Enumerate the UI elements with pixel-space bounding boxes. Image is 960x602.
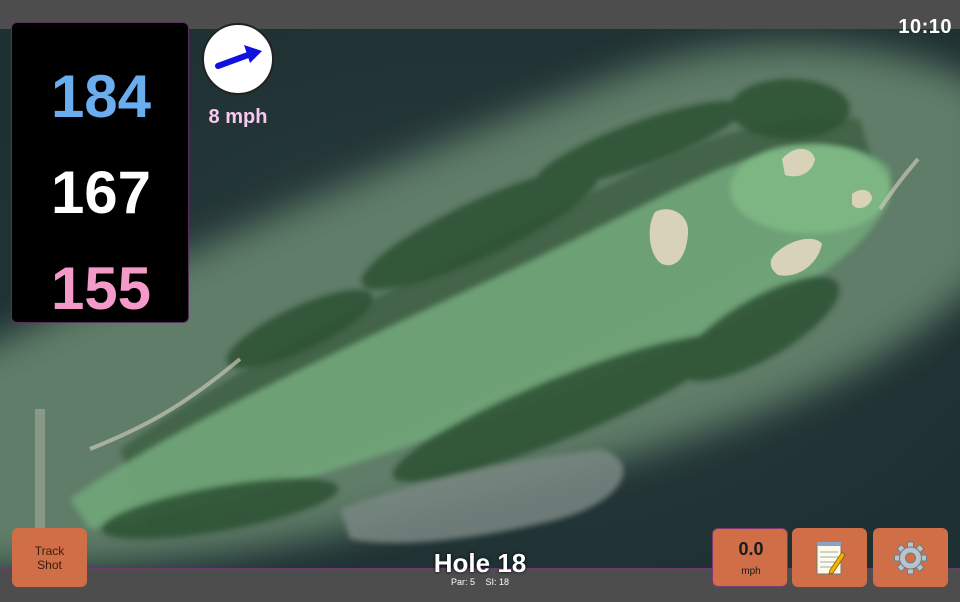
wind-speed-label: 8 mph [208,106,268,128]
back-distance: 184 [50,63,152,130]
hole-par: Par: 5 [450,577,475,587]
front-distance: 155 [50,255,152,322]
speed-unit: mph [741,566,761,577]
hole-stroke-index: SI: 18 [485,577,510,587]
settings-button[interactable] [873,528,948,587]
hole-title: Hole 18 [433,548,527,578]
wind-arrow-icon [215,45,262,69]
clock: 10:10 [898,16,952,38]
notes-button[interactable] [792,528,867,587]
track-shot-label-line2: Shot [37,557,62,572]
speed-value: 0.0 [738,539,764,559]
wind-indicator [202,23,274,95]
speed-button[interactable]: 0.0 mph [712,528,788,587]
gear-icon [894,541,927,575]
hole-meta: Par: 5 SI: 18 [380,577,580,587]
distance-panel[interactable]: 184 167 155 [11,22,189,323]
track-shot-label-line1: Track [34,543,65,558]
middle-distance: 167 [50,159,152,226]
track-shot-button[interactable]: Track Shot [12,528,87,587]
notepad-icon [816,542,846,575]
